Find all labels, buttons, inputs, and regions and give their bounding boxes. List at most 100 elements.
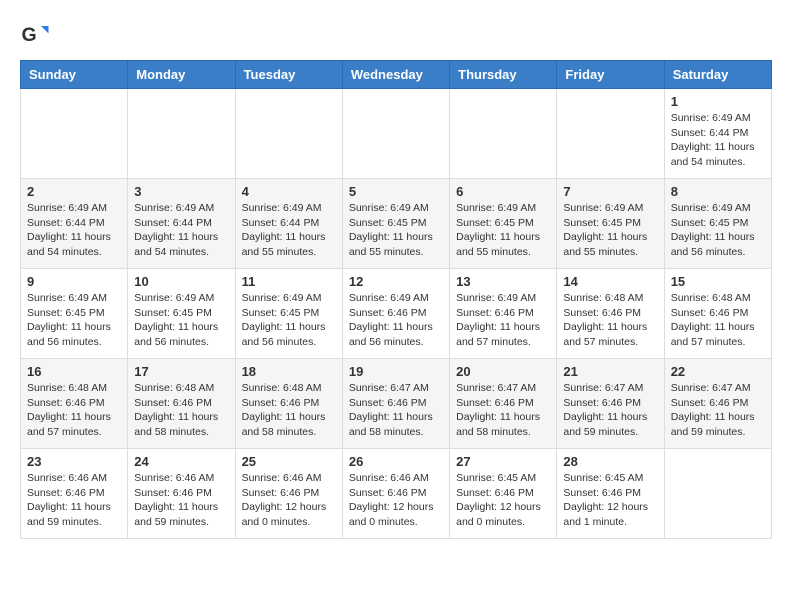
calendar-cell: 6 Sunrise: 6:49 AM Sunset: 6:45 PM Daylig…	[450, 179, 557, 269]
day-info: Sunrise: 6:49 AM Sunset: 6:45 PM Dayligh…	[563, 201, 657, 260]
day-number: 8	[671, 184, 765, 199]
day-info: Sunrise: 6:45 AM Sunset: 6:46 PM Dayligh…	[456, 471, 550, 530]
svg-text:G: G	[22, 24, 37, 46]
logo-icon: G	[20, 20, 50, 50]
day-number: 25	[242, 454, 336, 469]
calendar-cell: 18 Sunrise: 6:48 AM Sunset: 6:46 PM Dayli…	[235, 359, 342, 449]
day-number: 10	[134, 274, 228, 289]
day-number: 23	[27, 454, 121, 469]
weekday-header: Thursday	[450, 61, 557, 89]
calendar-cell	[235, 89, 342, 179]
calendar-cell: 1 Sunrise: 6:49 AM Sunset: 6:44 PM Daylig…	[664, 89, 771, 179]
calendar-week-row: 16 Sunrise: 6:48 AM Sunset: 6:46 PM Dayli…	[21, 359, 772, 449]
day-info: Sunrise: 6:49 AM Sunset: 6:44 PM Dayligh…	[134, 201, 228, 260]
calendar-cell: 10 Sunrise: 6:49 AM Sunset: 6:45 PM Dayli…	[128, 269, 235, 359]
day-info: Sunrise: 6:46 AM Sunset: 6:46 PM Dayligh…	[242, 471, 336, 530]
calendar-cell	[342, 89, 449, 179]
day-number: 4	[242, 184, 336, 199]
calendar-cell: 14 Sunrise: 6:48 AM Sunset: 6:46 PM Dayli…	[557, 269, 664, 359]
day-number: 20	[456, 364, 550, 379]
calendar-cell: 16 Sunrise: 6:48 AM Sunset: 6:46 PM Dayli…	[21, 359, 128, 449]
weekday-header: Sunday	[21, 61, 128, 89]
day-number: 3	[134, 184, 228, 199]
calendar-cell	[21, 89, 128, 179]
day-info: Sunrise: 6:45 AM Sunset: 6:46 PM Dayligh…	[563, 471, 657, 530]
day-number: 16	[27, 364, 121, 379]
calendar-cell	[128, 89, 235, 179]
calendar-cell: 24 Sunrise: 6:46 AM Sunset: 6:46 PM Dayli…	[128, 449, 235, 539]
weekday-header: Wednesday	[342, 61, 449, 89]
day-info: Sunrise: 6:47 AM Sunset: 6:46 PM Dayligh…	[563, 381, 657, 440]
day-info: Sunrise: 6:46 AM Sunset: 6:46 PM Dayligh…	[27, 471, 121, 530]
weekday-header: Friday	[557, 61, 664, 89]
calendar-cell	[450, 89, 557, 179]
day-number: 24	[134, 454, 228, 469]
weekday-header: Saturday	[664, 61, 771, 89]
day-info: Sunrise: 6:48 AM Sunset: 6:46 PM Dayligh…	[671, 291, 765, 350]
day-info: Sunrise: 6:47 AM Sunset: 6:46 PM Dayligh…	[349, 381, 443, 440]
header: G	[20, 20, 772, 50]
day-info: Sunrise: 6:48 AM Sunset: 6:46 PM Dayligh…	[27, 381, 121, 440]
day-info: Sunrise: 6:48 AM Sunset: 6:46 PM Dayligh…	[563, 291, 657, 350]
calendar-cell: 22 Sunrise: 6:47 AM Sunset: 6:46 PM Dayli…	[664, 359, 771, 449]
calendar-cell	[664, 449, 771, 539]
calendar-table: SundayMondayTuesdayWednesdayThursdayFrid…	[20, 60, 772, 539]
calendar-cell: 17 Sunrise: 6:48 AM Sunset: 6:46 PM Dayli…	[128, 359, 235, 449]
day-info: Sunrise: 6:48 AM Sunset: 6:46 PM Dayligh…	[242, 381, 336, 440]
day-number: 21	[563, 364, 657, 379]
day-info: Sunrise: 6:49 AM Sunset: 6:45 PM Dayligh…	[27, 291, 121, 350]
calendar-cell: 20 Sunrise: 6:47 AM Sunset: 6:46 PM Dayli…	[450, 359, 557, 449]
weekday-header: Tuesday	[235, 61, 342, 89]
calendar-cell: 3 Sunrise: 6:49 AM Sunset: 6:44 PM Daylig…	[128, 179, 235, 269]
calendar-cell: 26Sunrise: 6:46 AM Sunset: 6:46 PM Dayli…	[342, 449, 449, 539]
calendar-cell	[557, 89, 664, 179]
day-number: 18	[242, 364, 336, 379]
day-number: 17	[134, 364, 228, 379]
logo: G	[20, 20, 54, 50]
day-info: Sunrise: 6:49 AM Sunset: 6:45 PM Dayligh…	[671, 201, 765, 260]
day-number: 6	[456, 184, 550, 199]
day-number: 22	[671, 364, 765, 379]
day-info: Sunrise: 6:48 AM Sunset: 6:46 PM Dayligh…	[134, 381, 228, 440]
calendar-week-row: 1 Sunrise: 6:49 AM Sunset: 6:44 PM Daylig…	[21, 89, 772, 179]
calendar-cell: 2Sunrise: 6:49 AM Sunset: 6:44 PM Daylig…	[21, 179, 128, 269]
day-info: Sunrise: 6:46 AM Sunset: 6:46 PM Dayligh…	[134, 471, 228, 530]
calendar-cell: 5 Sunrise: 6:49 AM Sunset: 6:45 PM Daylig…	[342, 179, 449, 269]
calendar-header-row: SundayMondayTuesdayWednesdayThursdayFrid…	[21, 61, 772, 89]
calendar-cell: 19 Sunrise: 6:47 AM Sunset: 6:46 PM Dayli…	[342, 359, 449, 449]
day-info: Sunrise: 6:49 AM Sunset: 6:45 PM Dayligh…	[456, 201, 550, 260]
day-number: 13	[456, 274, 550, 289]
day-number: 19	[349, 364, 443, 379]
day-number: 14	[563, 274, 657, 289]
calendar-cell: 11 Sunrise: 6:49 AM Sunset: 6:45 PM Dayli…	[235, 269, 342, 359]
day-info: Sunrise: 6:47 AM Sunset: 6:46 PM Dayligh…	[456, 381, 550, 440]
day-info: Sunrise: 6:46 AM Sunset: 6:46 PM Dayligh…	[349, 471, 443, 530]
day-number: 15	[671, 274, 765, 289]
calendar-cell: 12Sunrise: 6:49 AM Sunset: 6:46 PM Dayli…	[342, 269, 449, 359]
day-info: Sunrise: 6:47 AM Sunset: 6:46 PM Dayligh…	[671, 381, 765, 440]
day-number: 1	[671, 94, 765, 109]
calendar-cell: 8 Sunrise: 6:49 AM Sunset: 6:45 PM Daylig…	[664, 179, 771, 269]
day-number: 5	[349, 184, 443, 199]
day-info: Sunrise: 6:49 AM Sunset: 6:46 PM Dayligh…	[456, 291, 550, 350]
day-info: Sunrise: 6:49 AM Sunset: 6:45 PM Dayligh…	[242, 291, 336, 350]
calendar-cell: 7 Sunrise: 6:49 AM Sunset: 6:45 PM Daylig…	[557, 179, 664, 269]
day-info: Sunrise: 6:49 AM Sunset: 6:44 PM Dayligh…	[671, 111, 765, 170]
calendar-cell: 21 Sunrise: 6:47 AM Sunset: 6:46 PM Dayli…	[557, 359, 664, 449]
calendar-week-row: 2Sunrise: 6:49 AM Sunset: 6:44 PM Daylig…	[21, 179, 772, 269]
calendar-week-row: 23 Sunrise: 6:46 AM Sunset: 6:46 PM Dayli…	[21, 449, 772, 539]
calendar-cell: 9 Sunrise: 6:49 AM Sunset: 6:45 PM Daylig…	[21, 269, 128, 359]
calendar-cell: 4 Sunrise: 6:49 AM Sunset: 6:44 PM Daylig…	[235, 179, 342, 269]
day-number: 11	[242, 274, 336, 289]
day-info: Sunrise: 6:49 AM Sunset: 6:45 PM Dayligh…	[134, 291, 228, 350]
calendar-cell: 28Sunrise: 6:45 AM Sunset: 6:46 PM Dayli…	[557, 449, 664, 539]
calendar-week-row: 9 Sunrise: 6:49 AM Sunset: 6:45 PM Daylig…	[21, 269, 772, 359]
day-number: 12	[349, 274, 443, 289]
day-number: 27	[456, 454, 550, 469]
day-number: 9	[27, 274, 121, 289]
day-info: Sunrise: 6:49 AM Sunset: 6:44 PM Dayligh…	[242, 201, 336, 260]
day-info: Sunrise: 6:49 AM Sunset: 6:44 PM Dayligh…	[27, 201, 121, 260]
day-info: Sunrise: 6:49 AM Sunset: 6:45 PM Dayligh…	[349, 201, 443, 260]
day-number: 7	[563, 184, 657, 199]
calendar-cell: 25 Sunrise: 6:46 AM Sunset: 6:46 PM Dayli…	[235, 449, 342, 539]
